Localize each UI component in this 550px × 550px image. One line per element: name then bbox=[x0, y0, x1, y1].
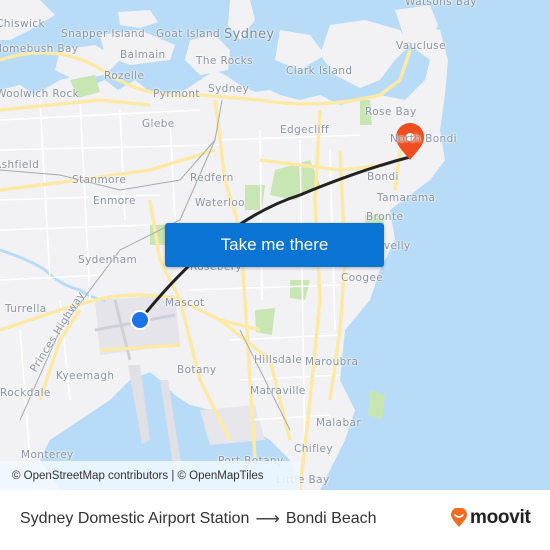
place-label: Enmore bbox=[93, 195, 136, 207]
place-label: Botany bbox=[177, 364, 217, 376]
place-label: Edgecliff bbox=[280, 124, 330, 136]
moovit-pin-icon bbox=[451, 508, 467, 527]
place-label: Monterey bbox=[21, 449, 74, 461]
place-label: Watsons Bay bbox=[405, 0, 477, 8]
route-summary: Sydney Domestic Airport Station ⟶ Bondi … bbox=[20, 509, 377, 529]
place-label: Kyeemagh bbox=[56, 370, 115, 382]
place-label: Tamarama bbox=[377, 192, 436, 204]
place-label: Homebush Bay bbox=[0, 43, 79, 55]
place-label: The Rocks bbox=[196, 55, 254, 67]
place-label: Sydenham bbox=[78, 254, 138, 266]
origin-marker bbox=[130, 310, 150, 330]
place-label: Sydney bbox=[224, 27, 275, 42]
place-label: Redfern bbox=[190, 172, 234, 184]
destination-name: Bondi Beach bbox=[285, 510, 377, 527]
place-label: Woolwich Rock bbox=[0, 88, 80, 100]
place-label: Balmain bbox=[120, 49, 166, 61]
place-label: Snapper Island bbox=[61, 28, 146, 40]
map-attribution[interactable]: © OpenStreetMap contributors | © OpenMap… bbox=[0, 461, 300, 490]
place-label: Bronte bbox=[366, 211, 404, 223]
place-label: Bondi bbox=[367, 171, 399, 183]
place-label: Rockdale bbox=[0, 387, 51, 399]
place-label: Glebe bbox=[142, 118, 175, 130]
place-label: Matraville bbox=[250, 385, 306, 397]
place-label: Stanmore bbox=[72, 174, 127, 186]
place-label: Hillsdale bbox=[254, 354, 303, 366]
place-label: North Bondi bbox=[390, 133, 457, 145]
place-label: Chiswick bbox=[0, 18, 45, 30]
place-label: Vaucluse bbox=[396, 40, 446, 52]
place-label: Mascot bbox=[165, 297, 205, 309]
place-label: Clark Island bbox=[286, 65, 353, 77]
place-label: Waterloo bbox=[195, 197, 246, 209]
moovit-logo[interactable]: moovit bbox=[450, 507, 531, 529]
origin-name: Sydney Domestic Airport Station bbox=[20, 510, 250, 527]
place-label: Coogee bbox=[341, 272, 384, 284]
place-label: Maroubra bbox=[305, 356, 359, 368]
place-label: Pyrmont bbox=[153, 88, 200, 100]
place-label: Rozelle bbox=[104, 70, 145, 82]
place-label: Chifley bbox=[294, 443, 333, 455]
place-label: Goat Island bbox=[156, 28, 221, 40]
moovit-wordmark: moovit bbox=[470, 507, 531, 528]
place-label: Malabar bbox=[316, 417, 362, 429]
place-label: Ashfield bbox=[0, 159, 40, 171]
take-me-there-button[interactable]: Take me there bbox=[165, 223, 384, 267]
place-label: Turrella bbox=[5, 303, 47, 315]
place-label: Sydney bbox=[208, 83, 250, 95]
place-label: Rose Bay bbox=[365, 106, 417, 118]
arrow-right-icon: ⟶ bbox=[255, 509, 280, 528]
